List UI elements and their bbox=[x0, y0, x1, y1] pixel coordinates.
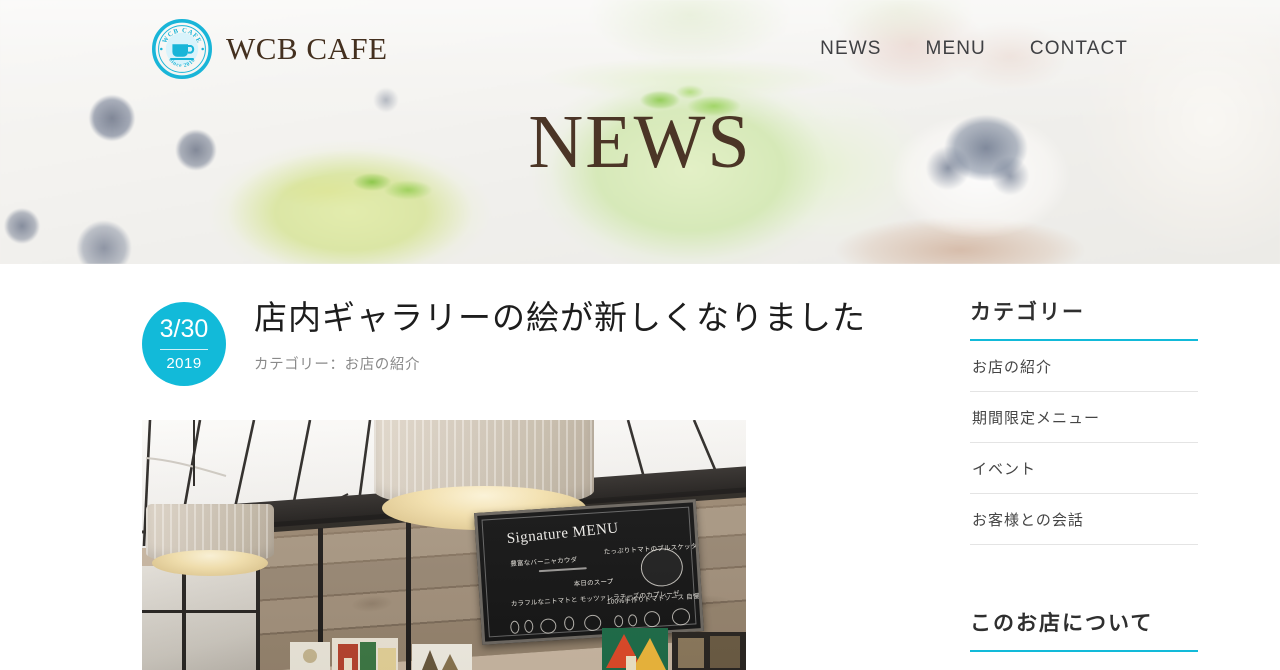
site-header: WCB CAFE Since 2010 WCB CAFE NEWS MENU C… bbox=[0, 0, 1280, 98]
post-date-badge: 3/30 2019 bbox=[142, 302, 226, 386]
post-category-line: カテゴリー：お店の紹介 bbox=[254, 356, 421, 373]
nav-item-menu[interactable]: MENU bbox=[926, 38, 986, 60]
photo-painting bbox=[672, 632, 746, 670]
list-item: お店の紹介 bbox=[970, 341, 1198, 392]
lamp-cord bbox=[193, 420, 195, 486]
content-wrapper: 3/30 2019 店内ギャラリーの絵が新しくなりました カテゴリー：お店の紹介 bbox=[0, 264, 1280, 670]
nav-item-contact[interactable]: CONTACT bbox=[1030, 38, 1128, 60]
photo-painting bbox=[602, 628, 668, 670]
list-item: 期間限定メニュー bbox=[970, 392, 1198, 443]
main-column: 3/30 2019 店内ギャラリーの絵が新しくなりました カテゴリー：お店の紹介 bbox=[142, 264, 902, 670]
main-navigation: NEWS MENU CONTACT bbox=[820, 38, 1128, 60]
sidebar-category-list: お店の紹介 期間限定メニュー イベント お客様との会話 bbox=[970, 341, 1198, 545]
post-title: 店内ギャラリーの絵が新しくなりました bbox=[254, 301, 866, 337]
page-title: NEWS bbox=[528, 100, 752, 184]
list-item: イベント bbox=[970, 443, 1198, 494]
photo-pendant-lamp-small bbox=[142, 420, 276, 592]
photo-painting bbox=[412, 644, 472, 670]
sidebar: カテゴリー お店の紹介 期間限定メニュー イベント お客様との会話 このお店につ… bbox=[970, 264, 1198, 670]
brand-name: WCB CAFE bbox=[226, 31, 388, 66]
post-header: 3/30 2019 店内ギャラリーの絵が新しくなりました カテゴリー：お店の紹介 bbox=[142, 296, 902, 386]
brand-link[interactable]: WCB CAFE Since 2010 WCB CAFE bbox=[152, 19, 388, 79]
post-date-year: 2019 bbox=[166, 355, 202, 372]
sidebar-item-event[interactable]: イベント bbox=[970, 443, 1198, 493]
date-divider bbox=[160, 349, 208, 350]
sidebar-item-customer-talk[interactable]: お客様との会話 bbox=[970, 494, 1198, 544]
post-featured-image: Signature MENU 豊富なバーニャカウダ たっぷりトマトのブルスケッタ… bbox=[142, 420, 746, 670]
post-date-monthday: 3/30 bbox=[159, 315, 209, 343]
sidebar-item-shop-intro[interactable]: お店の紹介 bbox=[970, 341, 1198, 391]
sidebar-item-limited-menu[interactable]: 期間限定メニュー bbox=[970, 392, 1198, 442]
hero-section: WCB CAFE Since 2010 WCB CAFE NEWS MENU C… bbox=[0, 0, 1280, 264]
photo-chalkboard-menu: Signature MENU 豊富なバーニャカウダ たっぷりトマトのブルスケッタ… bbox=[474, 499, 704, 645]
lamp-glow bbox=[152, 550, 268, 576]
sidebar-about-block: このお店について 体に優しい自然食を提供す bbox=[970, 607, 1198, 670]
cafe-cup-badge-icon: WCB CAFE Since 2010 bbox=[152, 19, 212, 79]
post-meta: 店内ギャラリーの絵が新しくなりました カテゴリー：お店の紹介 bbox=[254, 296, 866, 374]
photo-painting bbox=[290, 642, 330, 670]
sidebar-about-title: このお店について bbox=[970, 607, 1198, 652]
sidebar-categories-block: カテゴリー お店の紹介 期間限定メニュー イベント お客様との会話 bbox=[970, 296, 1198, 545]
photo-painting bbox=[332, 638, 398, 670]
nav-item-news[interactable]: NEWS bbox=[820, 38, 881, 60]
sidebar-categories-title: カテゴリー bbox=[970, 296, 1198, 341]
list-item: お客様との会話 bbox=[970, 494, 1198, 545]
